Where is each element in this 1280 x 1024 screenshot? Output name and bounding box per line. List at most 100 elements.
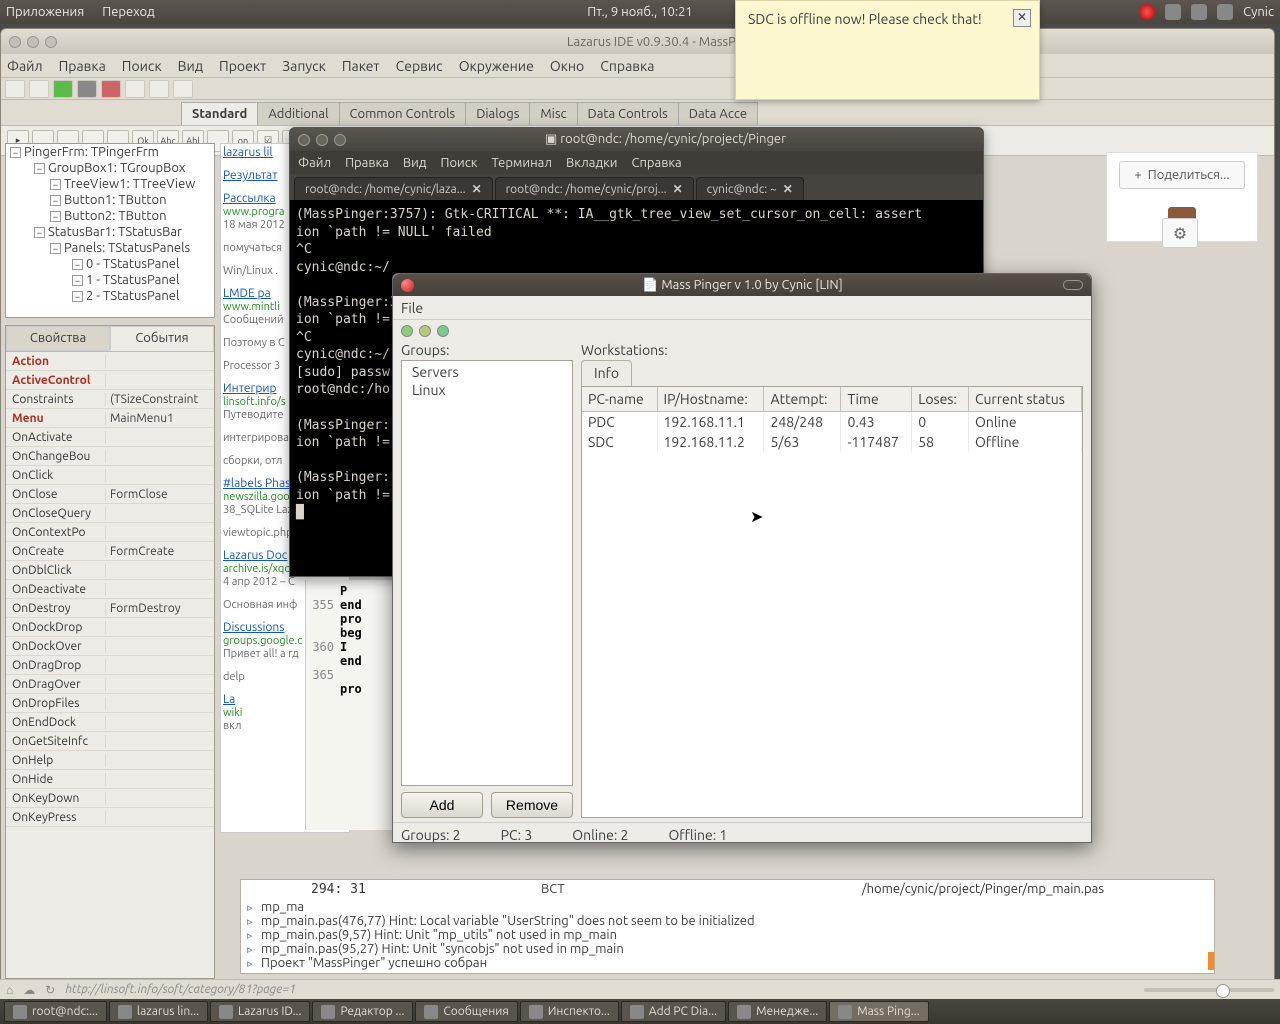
menu-item[interactable]: Справка — [631, 156, 681, 170]
taskbar-item[interactable]: Сообщения — [415, 1001, 517, 1022]
status-dot-icon[interactable] — [437, 325, 449, 337]
menu-item[interactable]: Проект — [219, 58, 266, 74]
toolbar-button[interactable] — [29, 80, 49, 98]
menu-item[interactable]: Терминал — [491, 156, 551, 170]
close-icon[interactable] — [298, 134, 310, 146]
messages-panel[interactable]: 294: 31 ВСТ /home/cynic/project/Pinger/m… — [240, 879, 1215, 974]
search-link[interactable]: Результат — [223, 169, 278, 182]
tree-node[interactable]: −1 - TStatusPanel — [6, 272, 214, 288]
tree-node[interactable]: −PingerFrm: TPingerFrm — [6, 144, 214, 160]
property-row[interactable]: OnDblClick — [6, 561, 214, 580]
table-header[interactable]: Time — [841, 387, 912, 412]
maximize-icon[interactable] — [45, 36, 57, 48]
search-link[interactable]: Lazarus Doc — [223, 549, 287, 562]
property-row[interactable]: MenuMainMenu1 — [6, 409, 214, 428]
close-icon[interactable]: ✕ — [783, 182, 793, 196]
menu-item[interactable]: Вкладки — [566, 156, 618, 170]
search-link[interactable]: #labels Phas — [223, 477, 290, 490]
component-tab[interactable]: Dialogs — [465, 102, 530, 125]
close-icon[interactable] — [401, 279, 414, 292]
search-link[interactable]: lazarus lil — [223, 146, 273, 159]
tree-node[interactable]: −GroupBox1: TGroupBox — [6, 160, 214, 176]
property-row[interactable]: OnGetSiteInfc — [6, 732, 214, 751]
menu-item[interactable]: Вид — [403, 156, 427, 170]
run-button[interactable] — [53, 80, 73, 98]
property-row[interactable]: OnChangeBou — [6, 447, 214, 466]
component-tab[interactable]: Additional — [257, 102, 339, 125]
message-item[interactable]: mp_ma — [243, 900, 1212, 914]
object-inspector-tree[interactable]: −PingerFrm: TPingerFrm−GroupBox1: TGroup… — [5, 143, 215, 318]
cloud-icon[interactable]: ☁ — [23, 983, 35, 997]
user-menu[interactable]: Cynic — [1243, 5, 1274, 19]
search-link[interactable]: LMDE pa — [223, 287, 271, 300]
minimize-icon[interactable] — [27, 36, 39, 48]
menu-places[interactable]: Переход — [102, 5, 155, 19]
property-row[interactable]: OnCloseQuery — [6, 504, 214, 523]
menu-item[interactable]: Окно — [550, 58, 584, 74]
property-row[interactable]: Constraints(TSizeConstraint — [6, 390, 214, 409]
terminal-tab[interactable]: root@ndc: /home/cynic/laza...✕ — [294, 177, 493, 200]
menu-item[interactable]: Поиск — [122, 58, 162, 74]
tab-info[interactable]: Info — [581, 360, 632, 386]
tree-node[interactable]: −0 - TStatusPanel — [6, 256, 214, 272]
tab-properties[interactable]: Свойства — [6, 326, 110, 351]
property-row[interactable]: OnActivate — [6, 428, 214, 447]
status-dot-icon[interactable] — [401, 325, 413, 337]
taskbar-item[interactable]: lazarus lin... — [109, 1001, 208, 1022]
clock[interactable]: Пт., 9 нояб., 10:21 — [587, 5, 693, 19]
taskbar-item[interactable]: Инспекто... — [520, 1001, 619, 1022]
property-row[interactable]: OnDragDrop — [6, 656, 214, 675]
message-item[interactable]: mp_main.pas(9,57) Hint: Unit "mp_utils" … — [243, 928, 1212, 942]
tree-node[interactable]: −StatusBar1: TStatusBar — [6, 224, 214, 240]
maximize-icon[interactable] — [334, 134, 346, 146]
component-tab[interactable]: Misc — [529, 102, 577, 125]
message-item[interactable]: mp_main.pas(476,77) Hint: Local variable… — [243, 914, 1212, 928]
menu-item[interactable]: Поиск — [440, 156, 477, 170]
table-header[interactable]: Attempt: — [764, 387, 841, 412]
tab-events[interactable]: События — [110, 326, 214, 351]
zoom-slider[interactable] — [1144, 988, 1274, 992]
message-item[interactable]: Проект "MassPinger" успешно собран — [243, 956, 1212, 970]
group-item[interactable]: Servers — [404, 363, 570, 381]
tray-icon[interactable] — [1165, 4, 1181, 20]
home-icon[interactable]: ⌂ — [6, 983, 13, 997]
component-tab[interactable]: Common Controls — [339, 102, 467, 125]
search-link[interactable]: Интегрир — [223, 382, 277, 395]
tree-node[interactable]: −TreeView1: TTreeView — [6, 176, 214, 192]
minimize-icon[interactable] — [1063, 280, 1083, 290]
property-row[interactable]: OnDestroyFormDestroy — [6, 599, 214, 618]
property-row[interactable]: OnHelp — [6, 751, 214, 770]
url-text[interactable]: http://linsoft.info/soft/category/81?pag… — [65, 983, 295, 996]
property-row[interactable]: OnHide — [6, 770, 214, 789]
close-icon[interactable]: ✕ — [673, 182, 683, 196]
tree-node[interactable]: −Button1: TButton — [6, 192, 214, 208]
workstations-table[interactable]: PC-nameIP/Hostname:Attempt:TimeLoses:Cur… — [581, 386, 1083, 818]
close-icon[interactable]: ✕ — [472, 182, 482, 196]
terminal-tab[interactable]: cynic@ndc: ~✕ — [696, 177, 804, 200]
share-button[interactable]: +Поделиться... — [1119, 161, 1244, 189]
property-row[interactable]: Action — [6, 352, 214, 371]
component-tab[interactable]: Standard — [181, 102, 258, 125]
taskbar-item[interactable]: Add PC Dia... — [621, 1001, 726, 1022]
terminal-titlebar[interactable]: ▣ root@ndc: /home/cynic/project/Pinger — [290, 128, 983, 151]
tree-node[interactable]: −Panels: TStatusPanels — [6, 240, 214, 256]
property-row[interactable]: OnDragOver — [6, 675, 214, 694]
tray-notification-icon[interactable] — [1139, 4, 1155, 20]
stop-button[interactable] — [101, 80, 121, 98]
taskbar-item[interactable]: root@ndc:... — [4, 1001, 107, 1022]
add-button[interactable]: Add — [401, 792, 483, 818]
property-row[interactable]: OnDockOver — [6, 637, 214, 656]
menu-item[interactable]: Правка — [345, 156, 389, 170]
pause-button[interactable] — [77, 80, 97, 98]
table-header[interactable]: Loses: — [912, 387, 969, 412]
search-link[interactable]: Рассылка — [223, 192, 276, 205]
group-item[interactable]: Linux — [404, 381, 570, 399]
component-tab[interactable]: Data Acce — [678, 102, 758, 125]
property-row[interactable]: OnContextPo — [6, 523, 214, 542]
status-dot-icon[interactable] — [419, 325, 431, 337]
minimize-icon[interactable] — [316, 134, 328, 146]
tree-node[interactable]: −2 - TStatusPanel — [6, 288, 214, 304]
lazarus-titlebar[interactable]: Lazarus IDE v0.9.30.4 - MassPinger — [1, 29, 1274, 54]
toolbar-button[interactable] — [149, 80, 169, 98]
property-row[interactable]: OnKeyPress — [6, 808, 214, 827]
